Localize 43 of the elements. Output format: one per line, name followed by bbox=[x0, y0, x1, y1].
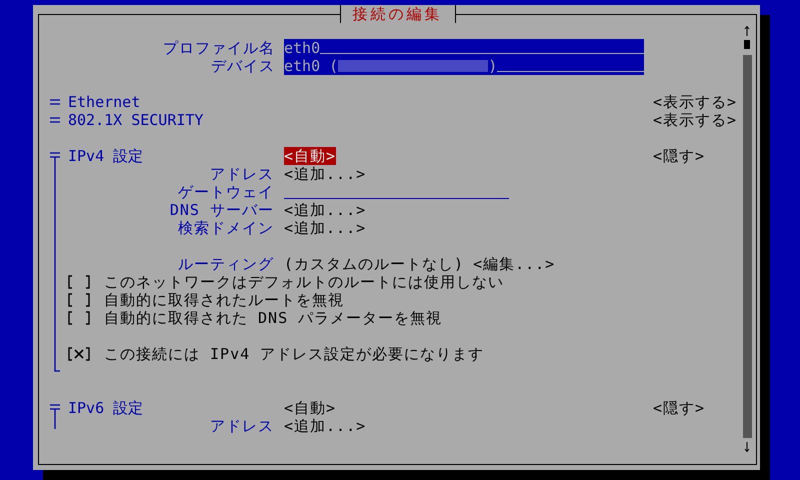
hide-button[interactable]: <隠す> bbox=[653, 147, 706, 165]
field-label: ゲートウェイ bbox=[177, 183, 275, 201]
section-title: IPv6 設定 bbox=[68, 399, 144, 417]
add-button[interactable]: <追加...> bbox=[284, 219, 366, 237]
checkbox[interactable] bbox=[68, 347, 90, 361]
mode-button[interactable]: <自動> bbox=[284, 147, 653, 165]
section-title: Ethernet bbox=[68, 93, 142, 111]
checkbox[interactable] bbox=[68, 293, 90, 307]
field-value: eth0 ( bbox=[284, 57, 338, 75]
checkbox-label: このネットワークはデフォルトのルートには使用しない bbox=[104, 273, 504, 291]
section-title: IPv4 設定 bbox=[68, 147, 144, 165]
scroll-up-icon[interactable] bbox=[744, 26, 750, 36]
section-title: 802.1X SECURITY bbox=[68, 111, 204, 129]
text-field[interactable]: eth0 ( ) bbox=[284, 57, 644, 75]
routing-note: (カスタムのルートなし) bbox=[284, 255, 464, 273]
field-label: 検索ドメイン bbox=[177, 219, 275, 237]
collapsed-section-icon bbox=[50, 99, 60, 105]
checkbox[interactable] bbox=[68, 275, 90, 289]
dialog-title: 接続の編集 bbox=[340, 5, 456, 23]
checkbox-label: 自動的に取得されたルートを無視 bbox=[104, 291, 344, 309]
text-field[interactable]: eth0 bbox=[284, 39, 644, 57]
scroll-down-icon[interactable] bbox=[744, 442, 750, 452]
field-value: eth0 bbox=[284, 39, 320, 57]
add-button[interactable]: <追加...> bbox=[284, 165, 366, 183]
hide-button[interactable]: <隠す> bbox=[653, 399, 706, 417]
field-label: ルーティング bbox=[177, 255, 275, 273]
field-label: プロファイル名 bbox=[162, 39, 275, 57]
field-label: アドレス bbox=[209, 165, 275, 183]
scrollbar-thumb[interactable] bbox=[744, 40, 750, 49]
add-button[interactable]: <追加...> bbox=[284, 417, 366, 435]
mode-button[interactable]: <自動> bbox=[284, 399, 653, 417]
field-label: DNS サーバー bbox=[168, 201, 275, 219]
edit-button[interactable]: <編集...> bbox=[473, 255, 556, 273]
add-button[interactable]: <追加...> bbox=[284, 201, 366, 219]
show-button[interactable]: <表示する> bbox=[653, 111, 738, 129]
field-label: アドレス bbox=[209, 417, 275, 435]
show-button[interactable]: <表示する> bbox=[653, 93, 738, 111]
field-label: デバイス bbox=[210, 57, 275, 75]
collapsed-section-icon bbox=[50, 117, 60, 123]
checkbox-label: この接続には IPv4 アドレス設定が必要になります bbox=[104, 345, 484, 363]
field-value: ) bbox=[488, 57, 498, 75]
checkbox[interactable] bbox=[68, 311, 90, 325]
checkbox-label: 自動的に取得された DNS パラメーターを無視 bbox=[104, 309, 442, 327]
